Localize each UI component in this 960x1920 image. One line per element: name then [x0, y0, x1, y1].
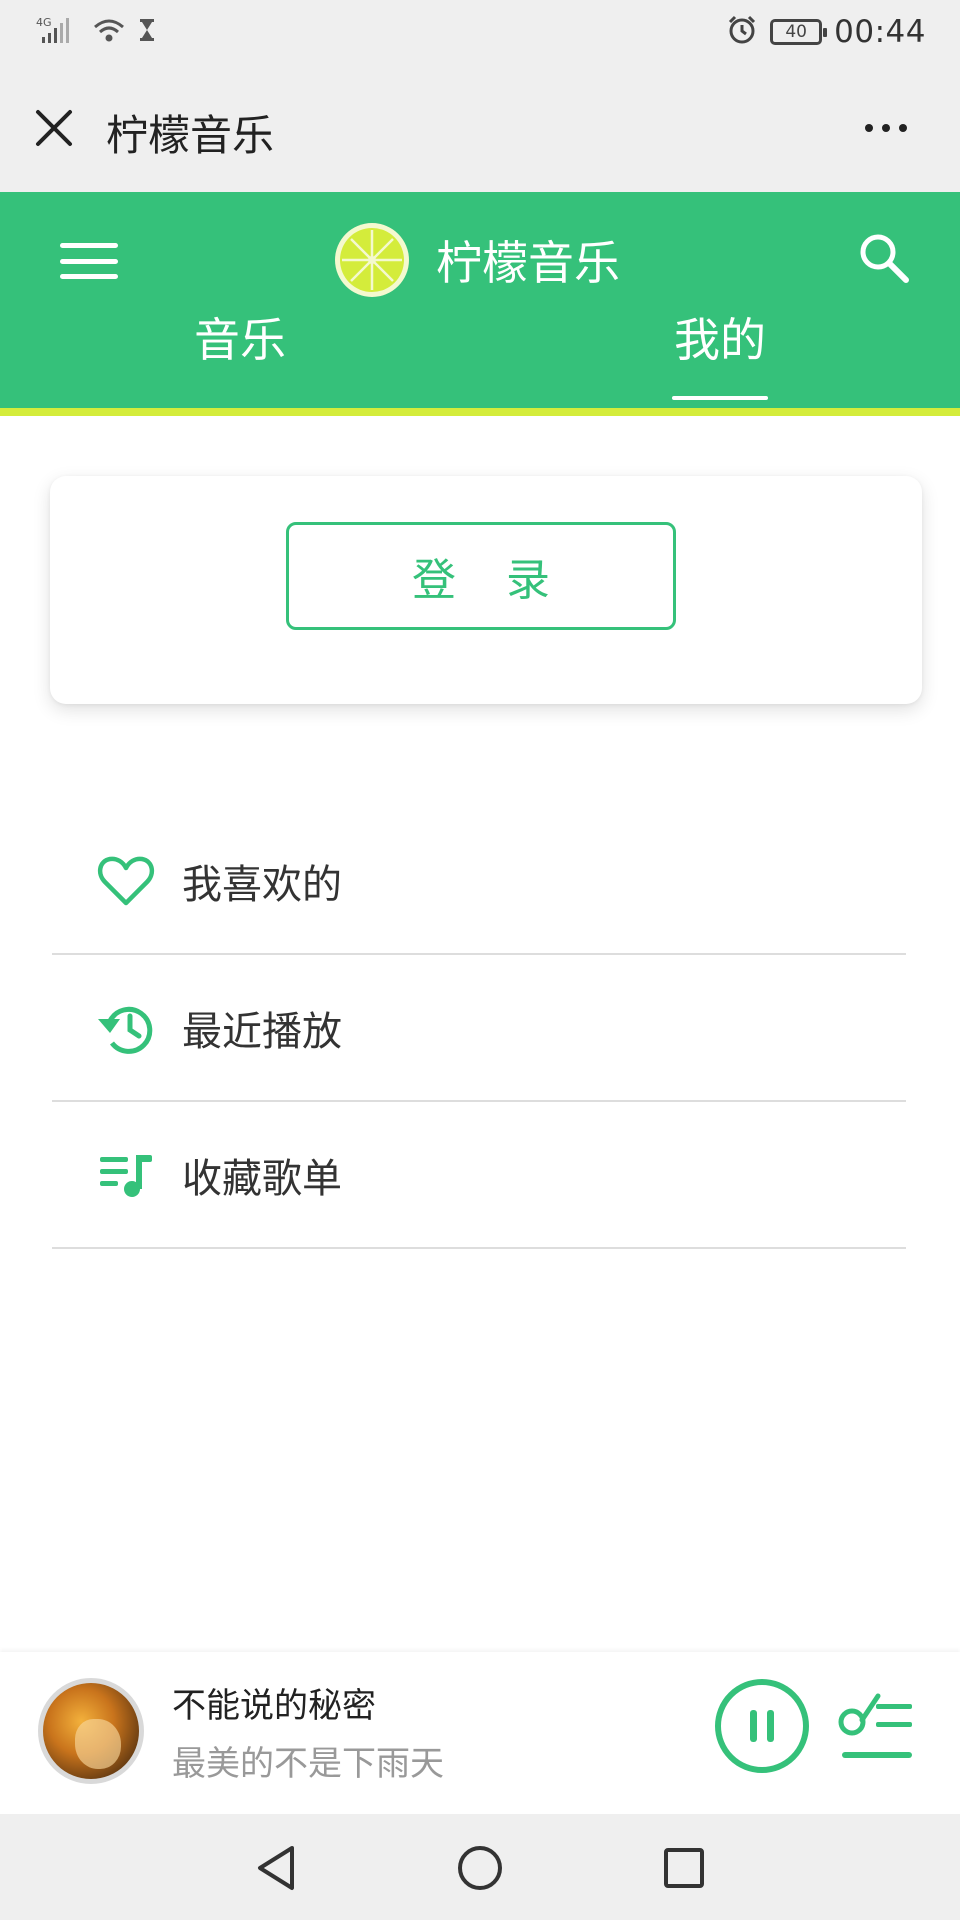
app-header: 柠檬音乐 音乐 我的	[0, 192, 960, 408]
login-card: 登 录	[50, 476, 922, 704]
lemon-logo-icon	[335, 223, 409, 297]
search-icon	[860, 234, 909, 283]
menu-button[interactable]	[60, 236, 118, 286]
playlist-button[interactable]	[834, 1690, 918, 1766]
home-button[interactable]	[454, 1842, 506, 1894]
pause-button[interactable]	[714, 1678, 810, 1774]
my-menu-list: 我喜欢的 最近播放 收藏歌单	[52, 808, 906, 1249]
tab-mine[interactable]: 我的	[672, 304, 768, 384]
status-right: 40 00:44	[726, 12, 926, 52]
webview-title-bar: 柠檬音乐	[0, 64, 960, 192]
playlist-icon	[838, 1693, 912, 1758]
menu-item-favorites[interactable]: 我喜欢的	[52, 808, 906, 955]
song-title: 不能说的秘密	[172, 1686, 376, 1726]
more-icon-dot	[865, 124, 873, 132]
brand: 柠檬音乐	[334, 220, 620, 300]
status-bar: 4G 40 00:44	[0, 0, 960, 64]
hamburger-icon-line	[60, 258, 118, 264]
close-button[interactable]	[30, 100, 78, 156]
more-icon-dot	[899, 124, 907, 132]
playlist-music-icon	[94, 1143, 158, 1207]
menu-item-recent[interactable]: 最近播放	[52, 955, 906, 1102]
hamburger-icon-line	[60, 243, 118, 248]
page-title: 柠檬音乐	[106, 111, 275, 160]
header-accent-line	[0, 408, 960, 416]
mini-player: 不能说的秘密 最美的不是下雨天	[0, 1652, 960, 1814]
status-left: 4G	[36, 12, 156, 52]
tab-music[interactable]: 音乐	[190, 304, 290, 384]
pause-icon	[715, 1679, 809, 1773]
brand-title: 柠檬音乐	[436, 236, 620, 290]
recent-apps-button[interactable]	[658, 1842, 710, 1894]
song-artist: 最美的不是下雨天	[172, 1744, 444, 1784]
heart-icon	[94, 849, 158, 913]
back-button[interactable]	[250, 1842, 302, 1894]
hamburger-icon-line	[60, 274, 118, 279]
menu-item-label: 收藏歌单	[182, 1155, 342, 1202]
close-icon	[36, 110, 72, 146]
active-tab-indicator	[672, 396, 768, 400]
history-icon	[94, 996, 158, 1060]
clock: 00:44	[834, 14, 926, 50]
back-icon	[258, 1846, 294, 1890]
wifi-icon	[92, 15, 126, 49]
more-button[interactable]	[856, 102, 916, 154]
alarm-icon	[726, 14, 758, 50]
login-button[interactable]: 登 录	[286, 522, 676, 630]
menu-item-label: 最近播放	[182, 1008, 342, 1055]
album-cover[interactable]	[38, 1678, 144, 1784]
battery-icon: 40	[770, 19, 828, 45]
more-icon-dot	[882, 124, 890, 132]
recent-apps-icon	[664, 1848, 704, 1888]
battery-level: 40	[785, 22, 807, 42]
system-nav-bar	[0, 1814, 960, 1920]
menu-item-label: 我喜欢的	[182, 861, 342, 908]
hourglass-icon	[138, 15, 156, 49]
menu-item-collected-playlists[interactable]: 收藏歌单	[52, 1102, 906, 1249]
home-icon	[458, 1846, 502, 1890]
network-type: 4G	[36, 16, 52, 29]
search-button[interactable]	[854, 228, 914, 288]
signal-icon: 4G	[36, 15, 80, 49]
